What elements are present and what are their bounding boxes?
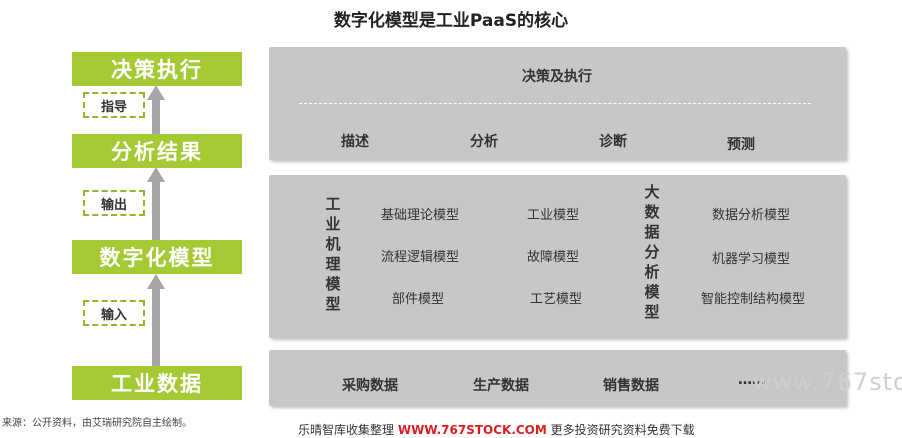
panel-decision-item-analyze: 分析 <box>470 134 498 150</box>
label-big-data-analysis-model: 大数据分析模型 <box>644 183 660 321</box>
label-industrial-mechanism-model: 工业机理模型 <box>325 195 341 313</box>
arrow-head-guide <box>147 85 165 100</box>
box-analysis-results: 分析结果 <box>72 134 242 168</box>
model-component: 部件模型 <box>391 292 445 307</box>
box-analysis-results-label: 分析结果 <box>111 140 203 164</box>
model-industrial: 工业模型 <box>526 208 580 223</box>
connector-input-label: 输入 <box>100 307 127 323</box>
connector-output-label: 输出 <box>100 197 127 213</box>
model-process-craft: 工艺模型 <box>529 292 583 307</box>
box-decision-execution-label: 决策执行 <box>111 58 203 82</box>
panel-decision-item-predict: 预测 <box>727 137 755 153</box>
panel-decision-item-describe: 描述 <box>341 134 369 150</box>
footer-url[interactable]: WWW.767STOCK.COM <box>398 423 547 437</box>
panel-decision-heading: 决策及执行 <box>522 69 592 85</box>
model-fault: 故障模型 <box>526 250 580 265</box>
footer-suffix: 更多投资研究资料免费下载 <box>550 423 695 437</box>
connector-input: 输入 <box>83 300 145 326</box>
model-basic-theory: 基础理论模型 <box>380 208 460 223</box>
model-data-analysis: 数据分析模型 <box>711 208 791 223</box>
model-intelligent-control: 智能控制结构模型 <box>700 292 806 307</box>
data-production: 生产数据 <box>473 378 529 394</box>
panel-decision-item-diagnose: 诊断 <box>599 134 627 150</box>
box-digital-model: 数字化模型 <box>72 240 242 274</box>
box-digital-model-label: 数字化模型 <box>99 246 215 270</box>
connector-guide-label: 指导 <box>100 99 127 115</box>
footer: 乐晴智库收集整理 WWW.767STOCK.COM 更多投资研究资料免费下载 <box>298 421 695 438</box>
arrow-shaft-guide <box>152 98 160 134</box>
source-note: 来源：公开资料，由艾瑞研究院自主绘制。 <box>2 418 192 429</box>
arrow-head-output <box>147 167 165 182</box>
box-decision-execution: 决策执行 <box>72 52 242 86</box>
data-procurement: 采购数据 <box>342 378 398 394</box>
arrow-shaft-output <box>152 180 160 240</box>
connector-guide: 指导 <box>83 92 145 118</box>
connector-output: 输出 <box>83 190 145 216</box>
arrow-shaft-input <box>152 287 160 366</box>
box-industrial-data: 工业数据 <box>72 366 242 400</box>
watermark: www.767sto <box>752 368 902 396</box>
model-machine-learning: 机器学习模型 <box>711 252 791 267</box>
panel-decision-divider <box>299 103 811 104</box>
footer-prefix: 乐晴智库收集整理 <box>298 423 395 437</box>
box-industrial-data-label: 工业数据 <box>111 372 203 396</box>
model-process-logic: 流程逻辑模型 <box>380 250 460 265</box>
arrow-head-input <box>147 274 165 289</box>
data-sales: 销售数据 <box>603 378 659 394</box>
